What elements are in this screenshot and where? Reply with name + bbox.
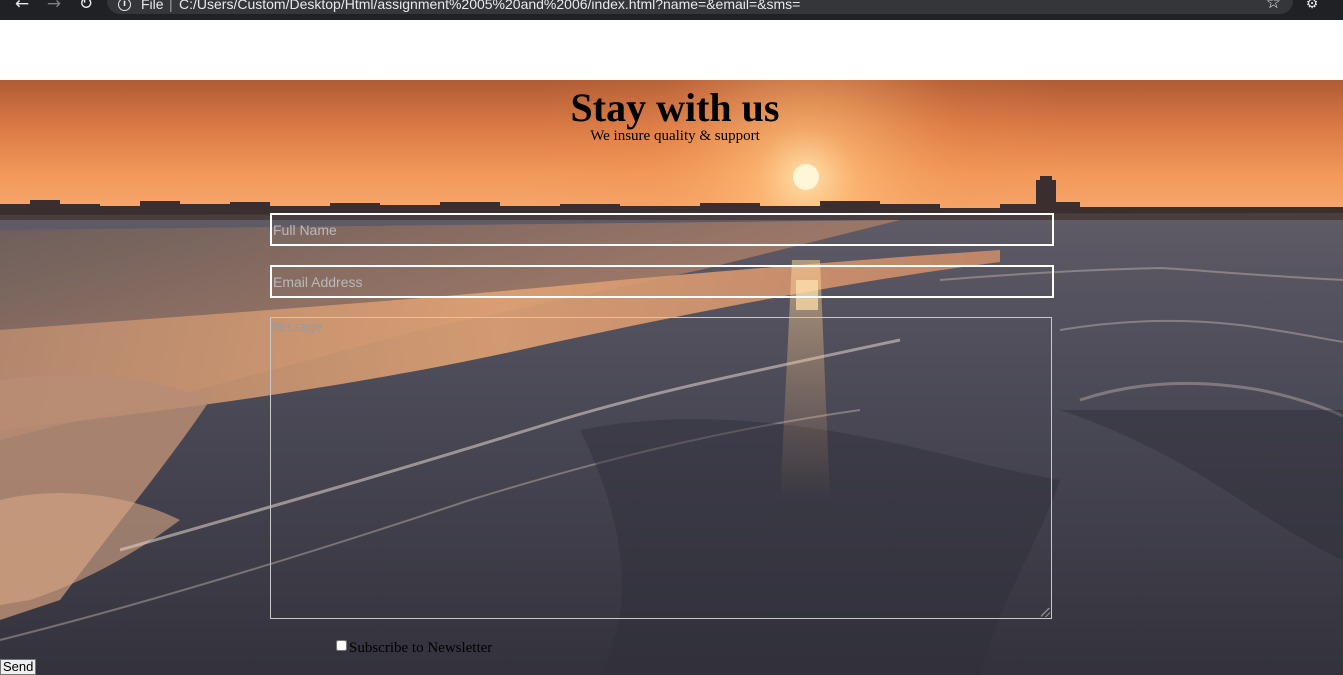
email-input[interactable]: [270, 265, 1054, 298]
contact-section: Stay with us We insure quality & support…: [0, 80, 1343, 675]
newsletter-label: Subscribe to Newsletter: [349, 640, 493, 656]
page-title: Stay with us: [570, 85, 780, 130]
extension-icon[interactable]: ⚙: [1302, 0, 1322, 14]
address-bar[interactable]: i File | C:/Users/Custom/Desktop/Html/as…: [107, 0, 1293, 14]
forward-arrow-icon[interactable]: →: [44, 0, 64, 14]
scheme-separator: |: [169, 0, 173, 12]
back-arrow-icon[interactable]: ←: [12, 0, 32, 14]
newsletter-checkbox[interactable]: [336, 640, 347, 651]
resize-grip-icon[interactable]: [1041, 608, 1050, 617]
message-textarea[interactable]: [270, 317, 1052, 619]
browser-toolbar: ← → ↻ i File | C:/Users/Custom/Desktop/H…: [0, 0, 1343, 20]
reload-icon[interactable]: ↻: [76, 0, 96, 14]
full-name-input[interactable]: [270, 213, 1054, 246]
tagline: We insure quality & support: [590, 128, 760, 144]
scheme-label: File: [141, 0, 164, 12]
send-button[interactable]: Send: [0, 659, 37, 675]
star-icon[interactable]: ☆: [1266, 0, 1281, 13]
info-icon[interactable]: i: [118, 0, 131, 11]
url-text[interactable]: C:/Users/Custom/Desktop/Html/assignment%…: [179, 0, 800, 12]
newsletter-option[interactable]: Subscribe to Newsletter: [336, 640, 492, 660]
